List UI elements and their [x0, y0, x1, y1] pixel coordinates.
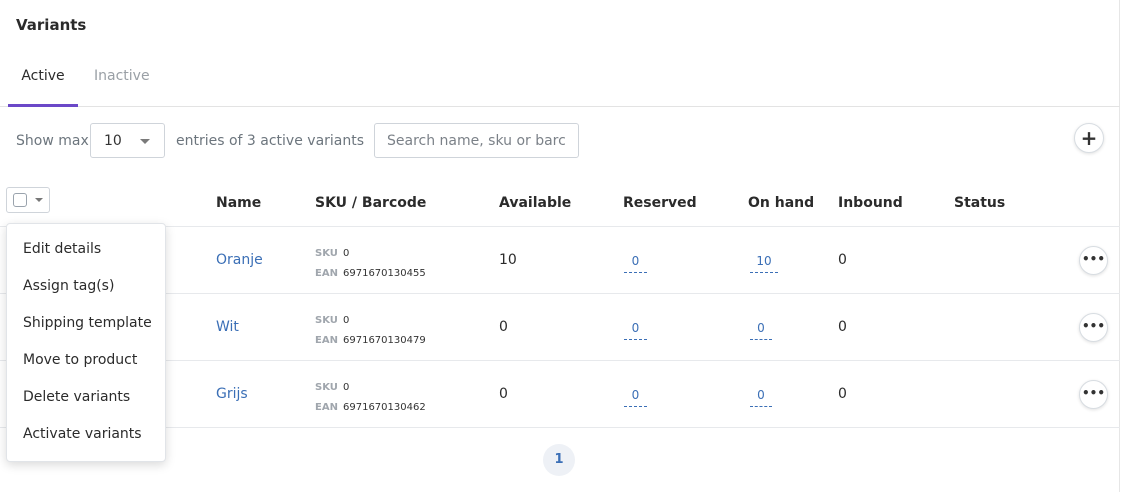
- sku-line: SKU 0: [315, 311, 349, 327]
- available-value: 10: [499, 252, 517, 268]
- search-input[interactable]: [374, 123, 579, 158]
- tab-bar: Active Inactive: [0, 56, 1120, 107]
- menu-item-edit-details[interactable]: Edit details: [23, 241, 101, 257]
- ean-label: EAN: [315, 268, 338, 279]
- available-value: 0: [499, 319, 508, 335]
- sku-label: SKU: [315, 315, 338, 326]
- variant-name-link[interactable]: Oranje: [216, 252, 263, 268]
- on-hand-value[interactable]: 10: [750, 254, 778, 273]
- variant-name-link[interactable]: Grijs: [216, 386, 248, 402]
- entries-count-text: entries of 3 active variants: [176, 133, 365, 149]
- row-divider: [0, 226, 1120, 227]
- row-actions-button[interactable]: •••: [1079, 246, 1108, 275]
- row-divider: [0, 360, 1120, 361]
- on-hand-value[interactable]: 0: [750, 321, 772, 340]
- column-header-sku-barcode[interactable]: SKU / Barcode: [315, 195, 426, 211]
- ean-line: EAN 6971670130462: [315, 398, 426, 414]
- tab-active[interactable]: Active: [8, 68, 78, 107]
- plus-icon: +: [1080, 126, 1098, 150]
- page-size-value: 10: [104, 133, 122, 149]
- tab-inactive[interactable]: Inactive: [94, 68, 150, 107]
- column-header-status[interactable]: Status: [954, 195, 1005, 211]
- inbound-value: 0: [838, 252, 847, 268]
- select-all-checkbox[interactable]: [13, 193, 27, 207]
- bulk-actions-menu: Edit details Assign tag(s) Shipping temp…: [6, 223, 166, 462]
- column-header-inbound[interactable]: Inbound: [838, 195, 903, 211]
- chevron-down-icon: [140, 139, 150, 144]
- menu-item-delete-variants[interactable]: Delete variants: [23, 389, 130, 405]
- show-max-label: Show max.: [16, 133, 94, 149]
- row-divider: [0, 427, 1120, 428]
- chevron-down-icon: [35, 198, 43, 202]
- available-value: 0: [499, 386, 508, 402]
- reserved-value[interactable]: 0: [624, 254, 647, 273]
- inbound-value: 0: [838, 319, 847, 335]
- ean-value: 6971670130455: [343, 268, 426, 279]
- bulk-select-button[interactable]: [6, 187, 50, 213]
- ean-label: EAN: [315, 335, 338, 346]
- on-hand-value[interactable]: 0: [750, 388, 772, 407]
- sku-label: SKU: [315, 248, 338, 259]
- reserved-value[interactable]: 0: [624, 321, 647, 340]
- row-actions-button[interactable]: •••: [1079, 313, 1108, 342]
- add-variant-button[interactable]: +: [1074, 123, 1104, 153]
- sku-value: 0: [343, 248, 350, 259]
- more-icon: •••: [1081, 252, 1105, 266]
- page-size-select[interactable]: 10: [90, 123, 165, 158]
- ean-line: EAN 6971670130455: [315, 264, 426, 280]
- reserved-value[interactable]: 0: [624, 388, 647, 407]
- column-header-name[interactable]: Name: [216, 195, 261, 211]
- more-icon: •••: [1081, 319, 1105, 333]
- ean-value: 6971670130479: [343, 335, 426, 346]
- page-number: 1: [554, 452, 564, 467]
- variant-name-link[interactable]: Wit: [216, 319, 239, 335]
- inbound-value: 0: [838, 386, 847, 402]
- ean-value: 6971670130462: [343, 402, 426, 413]
- page-title: Variants: [16, 16, 87, 34]
- menu-item-move-to-product[interactable]: Move to product: [23, 352, 137, 368]
- sku-line: SKU 0: [315, 378, 349, 394]
- ean-label: EAN: [315, 402, 338, 413]
- sku-label: SKU: [315, 382, 338, 393]
- row-actions-button[interactable]: •••: [1079, 380, 1108, 409]
- sku-value: 0: [343, 382, 350, 393]
- menu-item-activate-variants[interactable]: Activate variants: [23, 426, 142, 442]
- column-header-reserved[interactable]: Reserved: [623, 195, 697, 211]
- pagination-page-button[interactable]: 1: [543, 444, 575, 476]
- sku-line: SKU 0: [315, 244, 349, 260]
- more-icon: •••: [1081, 386, 1105, 400]
- menu-item-assign-tags[interactable]: Assign tag(s): [23, 278, 114, 294]
- column-header-available[interactable]: Available: [499, 195, 571, 211]
- menu-item-shipping-template[interactable]: Shipping template: [23, 315, 152, 331]
- sku-value: 0: [343, 315, 350, 326]
- variants-card: Variants Active Inactive Show max. 10 en…: [0, 0, 1120, 492]
- column-header-on-hand[interactable]: On hand: [748, 195, 814, 211]
- row-divider: [0, 293, 1120, 294]
- ean-line: EAN 6971670130479: [315, 331, 426, 347]
